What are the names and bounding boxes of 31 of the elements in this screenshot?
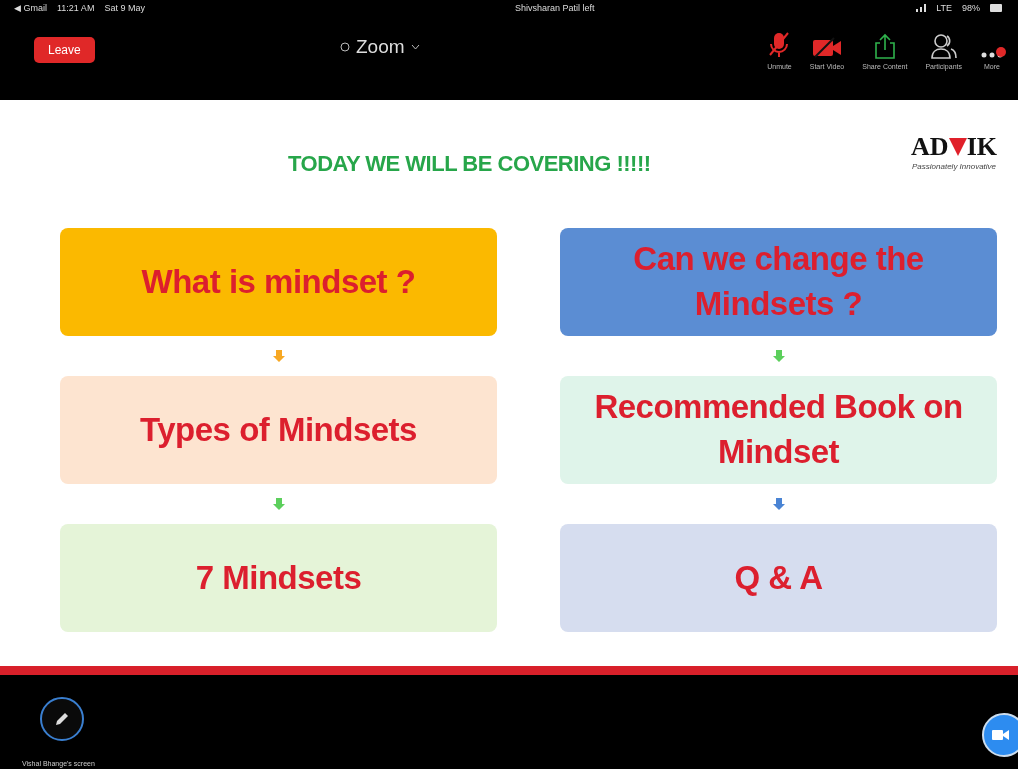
leave-button[interactable]: Leave bbox=[34, 37, 95, 63]
camera-button[interactable] bbox=[982, 713, 1018, 757]
logo-text: AD bbox=[911, 132, 949, 162]
share-upload-icon bbox=[872, 32, 897, 59]
topic-card: What is mindset ? bbox=[60, 228, 497, 336]
slide-heading: TODAY WE WILL BE COVERING !!!!! bbox=[288, 151, 651, 177]
topic-card: Q & A bbox=[560, 524, 997, 632]
topic-card: Types of Mindsets bbox=[60, 376, 497, 484]
battery-percent: 98% bbox=[962, 3, 980, 13]
triangle-icon bbox=[948, 137, 967, 157]
chevron-down-icon bbox=[410, 44, 420, 50]
signal-icon bbox=[916, 4, 927, 12]
pencil-icon bbox=[53, 710, 71, 728]
topic-card: 7 Mindsets bbox=[60, 524, 497, 632]
notification-badge bbox=[996, 46, 1006, 57]
status-date: Sat 9 May bbox=[104, 3, 145, 13]
video-off-icon bbox=[812, 36, 842, 59]
back-to-app-link[interactable]: ◀ Gmail bbox=[14, 3, 47, 13]
meeting-title[interactable]: Zoom bbox=[356, 36, 405, 58]
status-notice: Shivsharan Patil left bbox=[514, 3, 595, 13]
muted-microphone-icon bbox=[768, 30, 791, 59]
topic-card: Can we change the Mindsets ? bbox=[560, 228, 997, 336]
logo-tagline: Passionately Innovative bbox=[912, 162, 997, 171]
logo-text: IK bbox=[966, 132, 997, 162]
status-time: 11:21 AM bbox=[57, 3, 95, 13]
network-type: LTE bbox=[936, 3, 952, 13]
camera-icon bbox=[992, 729, 1010, 741]
annotate-button[interactable] bbox=[40, 697, 84, 741]
topic-card: Recommended Book on Mindset bbox=[560, 376, 997, 484]
participants-icon bbox=[930, 32, 957, 59]
battery-icon bbox=[990, 4, 1004, 12]
